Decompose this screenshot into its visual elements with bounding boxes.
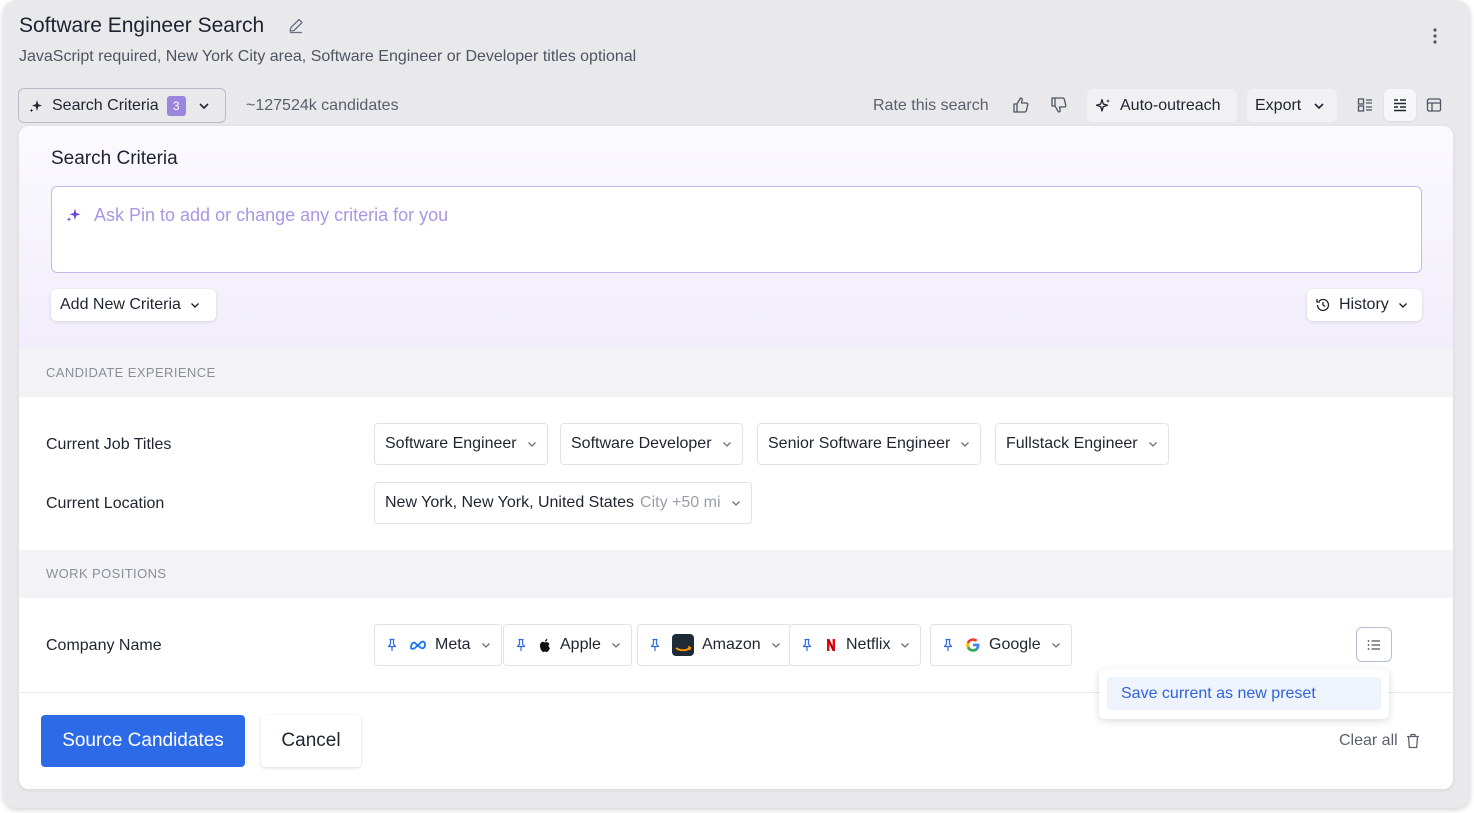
sparkle-icon	[66, 208, 81, 222]
pin-icon	[650, 638, 660, 651]
ask-pin-box[interactable]	[51, 186, 1422, 273]
save-preset-menu-item[interactable]: Save current as new preset	[1107, 677, 1381, 710]
clear-all-button[interactable]: Clear all	[1339, 732, 1420, 750]
panel-title: Search Criteria	[51, 148, 178, 169]
search-window: Software Engineer Search JavaScript requ…	[3, 0, 1470, 808]
chevron-down-icon	[1314, 102, 1324, 109]
job-title-chip-label: Fullstack Engineer	[1006, 435, 1138, 452]
location-label: Current Location	[46, 495, 165, 512]
thumbs-up-icon[interactable]	[1010, 94, 1032, 116]
pin-icon	[943, 638, 953, 651]
apple-logo-icon	[538, 638, 552, 653]
amazon-logo-icon	[672, 634, 694, 656]
chevron-down-icon	[1051, 643, 1060, 648]
clear-all-label: Clear all	[1339, 732, 1398, 749]
chevron-down-icon	[611, 643, 620, 648]
page-subtitle: JavaScript required, New York City area,…	[19, 48, 637, 65]
sparkle-icon	[1095, 98, 1110, 112]
chevron-down-icon	[731, 501, 740, 506]
auto-outreach-label: Auto-outreach	[1120, 96, 1221, 114]
compact-list-view-icon[interactable]	[1384, 89, 1416, 121]
pin-icon	[802, 638, 812, 651]
job-title-chip-label: Software Engineer	[385, 435, 517, 452]
company-chip-label: Meta	[435, 636, 471, 653]
detailed-view-icon[interactable]	[1349, 89, 1381, 121]
location-value: New York, New York, United States	[385, 494, 635, 511]
company-chip-meta[interactable]: Meta	[374, 624, 502, 666]
presets-list-button[interactable]	[1356, 627, 1392, 662]
section-label-work: WORK POSITIONS	[46, 566, 167, 581]
page-title: Software Engineer Search	[19, 14, 265, 37]
list-icon	[1367, 639, 1380, 650]
pin-icon	[516, 638, 526, 651]
chevron-down-icon	[190, 303, 199, 308]
company-chip-label: Google	[989, 636, 1041, 653]
job-title-chip[interactable]: Senior Software Engineer	[757, 423, 982, 465]
preset-dropdown-menu: Save current as new preset	[1099, 669, 1389, 719]
source-candidates-button[interactable]: Source Candidates	[41, 715, 245, 767]
chevron-down-icon	[722, 442, 731, 447]
add-new-criteria-label: Add New Criteria	[60, 296, 181, 313]
company-chip-amazon[interactable]: Amazon	[637, 624, 792, 666]
company-chip-apple[interactable]: Apple	[503, 624, 632, 666]
history-label: History	[1339, 296, 1389, 313]
job-title-chip-label: Software Developer	[571, 435, 712, 452]
company-chip-google[interactable]: Google	[930, 624, 1072, 666]
company-chip-label: Amazon	[702, 636, 761, 653]
search-criteria-panel: Search Criteria Add New Criteria History…	[19, 126, 1453, 789]
history-icon	[1316, 298, 1330, 312]
chevron-down-icon	[1398, 303, 1407, 308]
location-chip[interactable]: New York, New York, United States City +…	[374, 482, 752, 524]
ask-pin-input[interactable]	[94, 201, 1394, 229]
chevron-down-icon	[901, 643, 910, 648]
chevron-down-icon	[771, 643, 780, 648]
add-new-criteria-button[interactable]: Add New Criteria	[51, 289, 216, 321]
meta-logo-icon	[409, 639, 427, 651]
netflix-logo-icon	[824, 638, 838, 652]
more-options-icon[interactable]	[1427, 26, 1443, 46]
trash-icon	[1406, 733, 1419, 749]
section-header-experience	[19, 349, 1453, 397]
job-title-chip[interactable]: Software Developer	[560, 423, 743, 465]
job-title-chip[interactable]: Software Engineer	[374, 423, 548, 465]
thumbs-down-icon[interactable]	[1048, 94, 1070, 116]
company-chip-label: Netflix	[846, 636, 891, 653]
rate-search-label: Rate this search	[873, 97, 989, 114]
pin-icon	[387, 638, 397, 651]
chevron-down-icon	[481, 643, 490, 648]
location-radius: City +50 mi	[640, 494, 721, 511]
auto-outreach-button[interactable]: Auto-outreach	[1087, 89, 1237, 122]
history-button[interactable]: History	[1307, 289, 1422, 321]
job-title-chip[interactable]: Fullstack Engineer	[995, 423, 1169, 465]
chevron-down-icon	[199, 102, 209, 109]
chevron-down-icon	[1148, 442, 1157, 447]
chevron-down-icon	[961, 442, 970, 447]
cancel-button[interactable]: Cancel	[261, 715, 361, 767]
search-criteria-button[interactable]: Search Criteria 3	[18, 88, 226, 123]
job-titles-label: Current Job Titles	[46, 436, 172, 453]
section-label-experience: CANDIDATE EXPERIENCE	[46, 365, 216, 380]
edit-title-icon[interactable]	[287, 17, 305, 35]
table-view-icon[interactable]	[1418, 89, 1450, 121]
criteria-count-badge: 3	[166, 95, 186, 116]
job-title-chip-label: Senior Software Engineer	[768, 435, 951, 452]
google-logo-icon	[965, 637, 981, 653]
search-criteria-label: Search Criteria	[52, 96, 159, 114]
company-name-label: Company Name	[46, 637, 162, 654]
chevron-down-icon	[527, 442, 536, 447]
sparkle-icon	[29, 99, 42, 112]
export-label: Export	[1255, 96, 1302, 114]
section-header-work	[19, 550, 1453, 598]
company-chip-netflix[interactable]: Netflix	[789, 624, 922, 666]
candidate-count: ~127524k candidates	[246, 97, 399, 114]
export-button[interactable]: Export	[1247, 89, 1337, 122]
company-chip-label: Apple	[560, 636, 601, 653]
